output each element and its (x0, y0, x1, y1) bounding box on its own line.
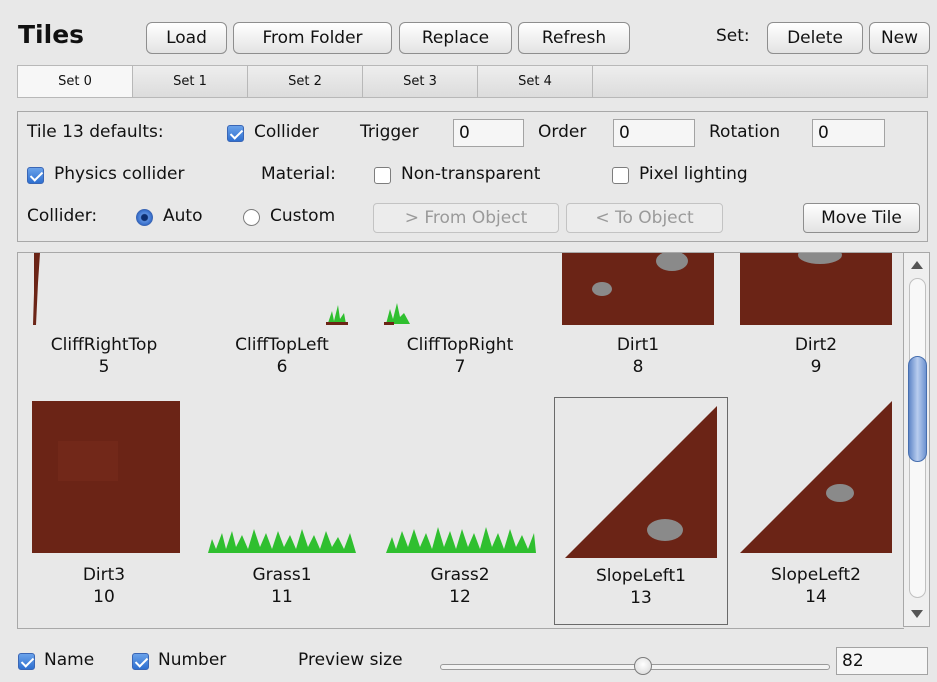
order-label: Order (538, 122, 587, 142)
tile-item-selected[interactable]: SlopeLeft1 13 (554, 397, 728, 625)
dirt2-image (740, 253, 892, 325)
set-tabs: Set 0 Set 1 Set 2 Set 3 Set 4 (17, 65, 928, 98)
trigger-label: Trigger (360, 122, 419, 142)
tile-defaults-panel: Tile 13 defaults: Collider Trigger 0 Ord… (17, 111, 928, 242)
from-folder-button[interactable]: From Folder (233, 22, 392, 54)
material-label: Material: (261, 164, 336, 184)
tile-item[interactable]: CliffTopLeft 6 (196, 253, 368, 403)
collider-checkbox[interactable] (227, 125, 244, 142)
tile-name: Dirt2 (794, 335, 838, 355)
tile-number: 8 (632, 357, 644, 377)
to-object-button[interactable]: < To Object (566, 203, 723, 233)
cliff-top-left-image (326, 305, 348, 325)
scroll-up-icon[interactable] (911, 261, 923, 269)
tile-name: SlopeLeft1 (596, 566, 686, 586)
dirt1-image (562, 253, 714, 325)
slope-left2-image (740, 401, 892, 553)
slope-left1-image (565, 406, 717, 558)
trigger-field[interactable]: 0 (453, 119, 524, 147)
non-transparent-checkbox[interactable] (374, 167, 391, 184)
show-number-label: Number (158, 650, 227, 670)
preview-size-slider-knob[interactable] (634, 657, 652, 675)
tile-name: Dirt1 (616, 335, 660, 355)
tile-item[interactable]: CliffRightTop 5 (18, 253, 190, 403)
pixel-lighting-checkbox[interactable] (612, 167, 629, 184)
tab-set-2[interactable]: Set 2 (248, 66, 363, 97)
cliff-right-top-image (33, 253, 40, 325)
refresh-button[interactable]: Refresh (518, 22, 630, 54)
custom-radio[interactable] (243, 209, 260, 226)
new-set-button[interactable]: New (869, 22, 930, 54)
physics-collider-checkbox[interactable] (27, 167, 44, 184)
panel-title: Tiles (18, 20, 85, 49)
tab-set-4[interactable]: Set 4 (478, 66, 593, 97)
order-field[interactable]: 0 (613, 119, 695, 147)
dirt3-image (32, 401, 180, 553)
non-transparent-label: Non-transparent (401, 164, 541, 184)
tile-item[interactable]: Grass1 11 (196, 401, 368, 628)
show-name-label: Name (44, 650, 95, 670)
preview-size-field[interactable]: 82 (836, 647, 928, 675)
scroll-thumb[interactable] (908, 356, 927, 462)
tile-name: CliffRightTop (50, 335, 158, 355)
auto-radio[interactable] (136, 209, 153, 226)
tile-number: 13 (630, 588, 652, 608)
tile-name: CliffTopRight (406, 335, 514, 355)
tile-item[interactable]: Grass2 12 (374, 401, 546, 628)
collider-label: Collider (254, 122, 319, 142)
tile-item[interactable]: Dirt3 10 (18, 401, 190, 628)
custom-label: Custom (270, 206, 336, 226)
tile-number: 14 (805, 587, 827, 607)
pixel-lighting-label: Pixel lighting (639, 164, 748, 184)
tile-number: 11 (271, 587, 293, 607)
tile-item[interactable]: CliffTopRight 7 (374, 253, 546, 403)
rotation-field[interactable]: 0 (812, 119, 885, 147)
tile-number: 10 (93, 587, 115, 607)
collider-mode-label: Collider: (27, 206, 98, 226)
grass1-image (208, 529, 356, 553)
from-object-button[interactable]: > From Object (373, 203, 559, 233)
tile-item[interactable]: SlopeLeft2 14 (730, 401, 902, 628)
tile-name: SlopeLeft2 (771, 565, 861, 585)
load-button[interactable]: Load (146, 22, 227, 54)
tile-number: 6 (276, 357, 288, 377)
tile-grid-scrollbar[interactable] (903, 252, 930, 627)
tile-grid: CliffRightTop 5 CliffTopLeft 6 CliffTopR… (17, 252, 904, 629)
grass2-image (386, 527, 536, 553)
tile-name: Dirt3 (82, 565, 126, 585)
move-tile-button[interactable]: Move Tile (803, 203, 920, 233)
tile-item[interactable]: Dirt2 9 (730, 253, 902, 403)
rotation-label: Rotation (709, 122, 781, 142)
defaults-label: Tile 13 defaults: (27, 122, 164, 142)
tab-set-3[interactable]: Set 3 (363, 66, 478, 97)
auto-label: Auto (163, 206, 203, 226)
tile-item[interactable]: Dirt1 8 (552, 253, 724, 403)
tile-number: 12 (449, 587, 471, 607)
tile-number: 5 (98, 357, 110, 377)
cliff-top-right-image (384, 303, 410, 325)
tab-set-1[interactable]: Set 1 (133, 66, 248, 97)
show-name-checkbox[interactable] (18, 653, 35, 670)
tile-number: 9 (810, 357, 822, 377)
tile-name: Grass1 (252, 565, 312, 585)
physics-collider-label: Physics collider (54, 164, 185, 184)
tab-set-0[interactable]: Set 0 (18, 66, 133, 97)
replace-button[interactable]: Replace (399, 22, 512, 54)
show-number-checkbox[interactable] (132, 653, 149, 670)
tile-name: Grass2 (430, 565, 490, 585)
tile-name: CliffTopLeft (235, 335, 329, 355)
set-label: Set: (716, 26, 750, 46)
delete-set-button[interactable]: Delete (767, 22, 863, 54)
scroll-down-icon[interactable] (911, 610, 923, 618)
tile-number: 7 (454, 357, 466, 377)
preview-size-label: Preview size (298, 650, 403, 670)
